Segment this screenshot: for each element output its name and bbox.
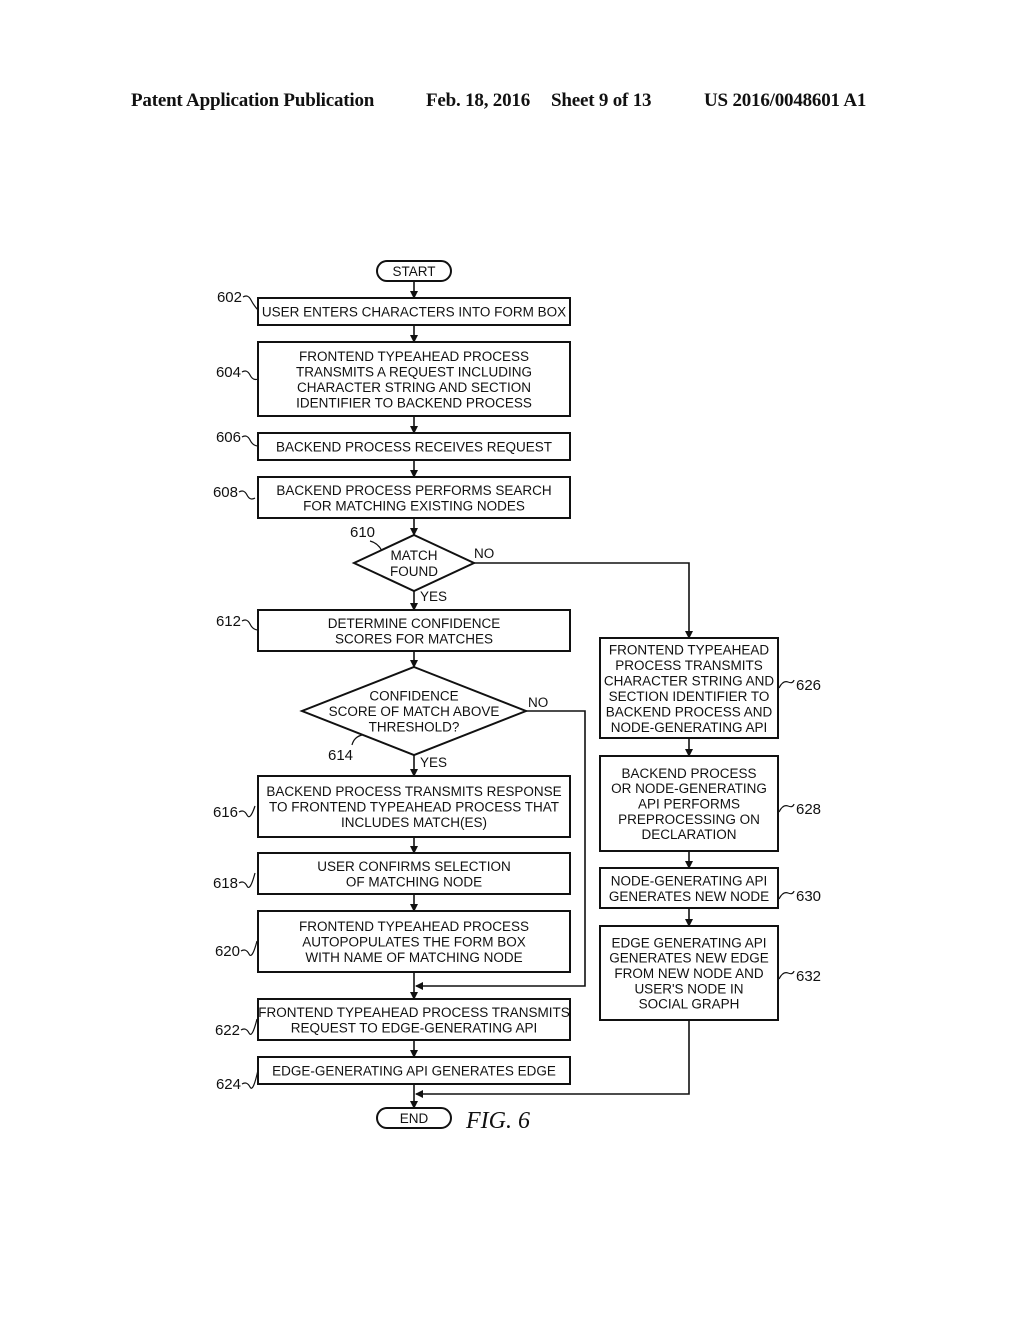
process-box-626-text-line: SECTION IDENTIFIER TO <box>609 689 770 704</box>
process-box-616-text-line: BACKEND PROCESS TRANSMITS RESPONSE <box>266 784 561 799</box>
decision-614-text-line: THRESHOLD? <box>369 720 460 735</box>
leader-line-632 <box>778 970 795 980</box>
process-box-618-text-line: OF MATCHING NODE <box>346 874 482 889</box>
decision-610-yes-label: YES <box>420 589 447 604</box>
leader-line-620 <box>240 940 258 957</box>
process-box-606-text-line: BACKEND PROCESS RECEIVES REQUEST <box>276 440 552 455</box>
process-box-622-text-line: FRONTEND TYPEAHEAD PROCESS TRANSMITS <box>258 1005 570 1020</box>
process-box-628-text-line: PREPROCESSING ON <box>618 812 760 827</box>
reference-numeral-602: 602 <box>217 289 242 306</box>
process-box-632-text-line: USER'S NODE IN <box>634 981 743 996</box>
end-terminal-label: END <box>400 1111 429 1126</box>
process-box-628-text-line: API PERFORMS <box>638 797 740 812</box>
process-box-612-text-line: DETERMINE CONFIDENCE <box>328 616 501 631</box>
decision-610-no-label: NO <box>474 546 494 561</box>
process-box-632-text-line: GENERATES NEW EDGE <box>609 951 769 966</box>
decision-614-yes-label: YES <box>420 755 447 770</box>
start-terminal-label: START <box>392 264 435 279</box>
process-box-620-text-line: FRONTEND TYPEAHEAD PROCESS <box>299 919 529 934</box>
process-box-620-text-line: WITH NAME OF MATCHING NODE <box>305 950 522 965</box>
process-box-612-text-line: SCORES FOR MATCHES <box>335 631 493 646</box>
reference-numeral-608: 608 <box>213 484 238 501</box>
reference-numeral-632: 632 <box>796 968 821 985</box>
process-box-632-text-line: FROM NEW NODE AND <box>614 966 764 981</box>
process-box-616-text-line: INCLUDES MATCH(ES) <box>341 815 487 830</box>
reference-numeral-614: 614 <box>328 747 353 764</box>
reference-numeral-630: 630 <box>796 888 821 905</box>
process-box-626-text-line: BACKEND PROCESS AND <box>606 704 773 719</box>
leader-line-622 <box>240 1018 258 1035</box>
leader-line-630 <box>778 890 795 900</box>
decision-614-text-line: SCORE OF MATCH ABOVE <box>329 704 500 719</box>
reference-numeral-624: 624 <box>216 1076 241 1093</box>
process-box-628-text-line: DECLARATION <box>641 827 736 842</box>
leader-line-602 <box>242 295 260 312</box>
decision-614-text-line: CONFIDENCE <box>369 689 458 704</box>
process-box-608-text-line: BACKEND PROCESS PERFORMS SEARCH <box>276 483 551 498</box>
process-box-628-text-line: BACKEND PROCESS <box>621 766 756 781</box>
reference-numeral-616: 616 <box>213 804 238 821</box>
leader-line-624 <box>241 1069 259 1089</box>
process-box-604-text-line: TRANSMITS A REQUEST INCLUDING <box>296 364 532 379</box>
process-box-632-text-line: EDGE GENERATING API <box>611 935 766 950</box>
decision-610-text-line: FOUND <box>390 564 438 579</box>
leader-line-628 <box>778 803 795 813</box>
decision-610 <box>351 533 477 593</box>
process-box-632-text-line: SOCIAL GRAPH <box>639 997 740 1012</box>
reference-numeral-622: 622 <box>215 1022 240 1039</box>
process-box-618-text-line: USER CONFIRMS SELECTION <box>317 859 511 874</box>
process-box-630-text-line: NODE-GENERATING API <box>611 873 768 888</box>
process-box-602-text-line: USER ENTERS CHARACTERS INTO FORM BOX <box>262 305 566 320</box>
leader-line-610 <box>369 540 383 552</box>
process-box-626-text-line: CHARACTER STRING AND <box>604 673 775 688</box>
process-box-604-text-line: FRONTEND TYPEAHEAD PROCESS <box>299 349 529 364</box>
process-box-626-text-line: PROCESS TRANSMITS <box>615 658 763 673</box>
figure-label: FIG. 6 <box>465 1108 530 1134</box>
reference-numeral-604: 604 <box>216 364 241 381</box>
leader-line-612 <box>241 619 259 631</box>
process-box-604-text-line: IDENTIFIER TO BACKEND PROCESS <box>296 395 532 410</box>
leader-line-604 <box>241 370 259 381</box>
reference-numeral-610: 610 <box>350 524 375 541</box>
leader-line-616 <box>238 805 256 818</box>
decision-614-no-label: NO <box>528 695 548 710</box>
leader-line-606 <box>241 435 259 447</box>
process-box-626-text-line: NODE-GENERATING API <box>611 720 768 735</box>
process-box-626-text-line: FRONTEND TYPEAHEAD <box>609 642 770 657</box>
decision-610-text-line: MATCH <box>391 548 438 563</box>
reference-numeral-618: 618 <box>213 875 238 892</box>
leader-line-626 <box>778 679 795 689</box>
reference-numeral-628: 628 <box>796 801 821 818</box>
reference-numeral-620: 620 <box>215 943 240 960</box>
process-box-630-text-line: GENERATES NEW NODE <box>609 889 769 904</box>
process-box-622-text-line: REQUEST TO EDGE-GENERATING API <box>291 1020 538 1035</box>
reference-numeral-606: 606 <box>216 429 241 446</box>
process-box-616-text-line: TO FRONTEND TYPEAHEAD PROCESS THAT <box>269 800 559 815</box>
reference-numeral-612: 612 <box>216 613 241 630</box>
reference-numeral-626: 626 <box>796 677 821 694</box>
leader-line-608 <box>238 490 256 500</box>
process-box-620-text-line: AUTOPOPULATES THE FORM BOX <box>302 935 526 950</box>
process-box-624-text-line: EDGE-GENERATING API GENERATES EDGE <box>272 1064 556 1079</box>
process-box-628-text-line: OR NODE-GENERATING <box>611 781 767 796</box>
process-box-608-text-line: FOR MATCHING EXISTING NODES <box>303 498 525 513</box>
leader-line-614 <box>351 734 363 746</box>
flowchart: START END USER ENTERS CHARACTERS INTO FORM… <box>213 260 821 1134</box>
leader-line-618 <box>238 872 256 889</box>
process-box-604-text-line: CHARACTER STRING AND SECTION <box>297 380 531 395</box>
